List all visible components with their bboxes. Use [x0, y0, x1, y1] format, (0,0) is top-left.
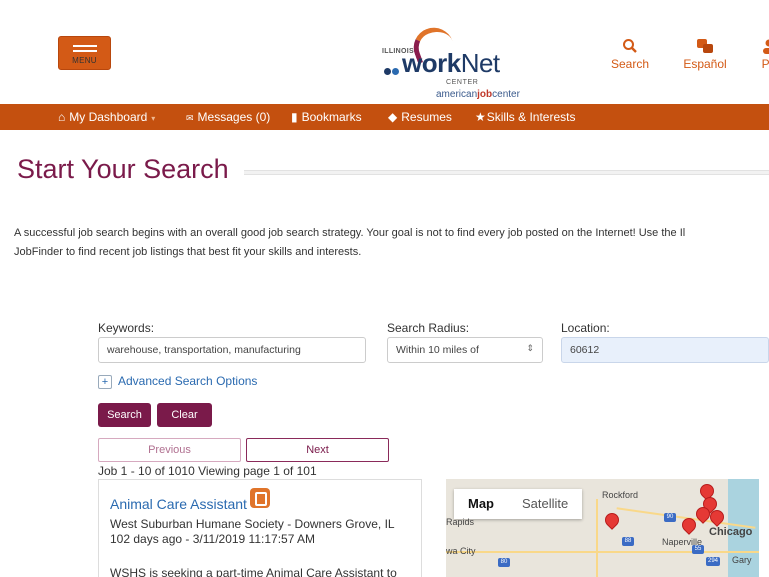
intro-line-1: A successful job search begins with an o…: [14, 227, 686, 239]
ajc-job: job: [477, 89, 493, 100]
envelope-icon: ✉: [186, 113, 194, 123]
nav-label: Resumes: [401, 110, 452, 124]
map-tab-satellite[interactable]: Satellite: [508, 489, 582, 519]
map-tab-map[interactable]: Map: [454, 489, 508, 519]
results-summary: Job 1 - 10 of 1010 Viewing page 1 of 101: [98, 464, 317, 478]
map-road: [596, 499, 598, 577]
header-espanol-label: Español: [683, 57, 727, 71]
american-job-center-logo: americanjobcenter: [436, 89, 520, 100]
header-profile-link[interactable]: Pa: [754, 38, 769, 71]
logo-work: work: [402, 48, 461, 78]
illinois-worknet-logo[interactable]: ILLINOIS workNet CENTER americanjobcente…: [376, 22, 546, 102]
search-radius-label: Search Radius:: [387, 321, 470, 335]
logo-center: CENTER: [446, 79, 479, 86]
job-posted-date: 102 days ago - 3/11/2019 11:17:57 AM: [110, 532, 316, 546]
home-icon: ⌂: [58, 110, 66, 124]
advanced-search-toggle[interactable]: + Advanced Search Options: [98, 374, 257, 389]
logo-dots: [384, 62, 400, 80]
previous-page-button[interactable]: Previous: [98, 438, 241, 462]
intro-line-2: JobFinder to find recent job listings th…: [14, 246, 362, 258]
highway-88-shield: 88: [622, 537, 634, 546]
map-label-rockford: Rockford: [602, 490, 639, 500]
main-nav: ⌂ My Dashboard ▾ ✉ Messages (0) ▮ Bookmarks …: [0, 104, 769, 130]
header-search-link[interactable]: Search: [606, 38, 654, 71]
nav-resumes[interactable]: ◆ Resumes: [388, 110, 452, 124]
search-radius-value: Within 10 miles of: [396, 344, 479, 356]
highway-90-shield: 90: [664, 513, 676, 522]
ajc-american: american: [436, 89, 478, 100]
location-input[interactable]: 60612: [561, 337, 769, 363]
map-road: [446, 551, 759, 553]
map-label-chicago: Chicago: [709, 526, 753, 538]
menu-button[interactable]: MENU: [58, 36, 111, 70]
map-marker[interactable]: [602, 510, 622, 530]
header-espanol-link[interactable]: Español: [680, 38, 730, 71]
nav-label: Bookmarks: [301, 110, 362, 124]
nav-skills-interests[interactable]: ★Skills & Interests: [475, 110, 575, 124]
hamburger-icon: [73, 45, 97, 55]
logo-wordmark: workNet: [402, 48, 500, 79]
job-employer: West Suburban Humane Society - Downers G…: [110, 517, 395, 531]
highway-55-shield: 55: [692, 545, 704, 554]
menu-label: MENU: [72, 56, 97, 65]
nav-label: Skills & Interests: [486, 110, 576, 124]
job-snippet: WSHS is seeking a part-time Animal Care …: [110, 566, 397, 577]
keywords-label: Keywords:: [98, 321, 155, 335]
advanced-search-label: Advanced Search Options: [118, 374, 258, 388]
select-caret-icon: ⇕: [526, 343, 534, 353]
search-button[interactable]: Search: [98, 403, 151, 427]
nav-label: My Dashboard: [69, 110, 148, 124]
search-radius-select[interactable]: Within 10 miles of ⇕: [387, 337, 543, 363]
site-header: MENU ILLINOIS workNet CENTER americanjob…: [0, 0, 769, 104]
map-label-gary: Gary: [732, 555, 752, 565]
page-title: Start Your Search: [17, 154, 229, 184]
job-badge-icon: [250, 488, 270, 508]
next-page-button[interactable]: Next: [246, 438, 389, 462]
nav-messages[interactable]: ✉ Messages (0): [186, 110, 270, 124]
location-label: Location:: [561, 321, 610, 335]
bookmark-icon: ▮: [291, 110, 298, 124]
nav-bookmarks[interactable]: ▮ Bookmarks: [291, 110, 362, 124]
chevron-down-icon: ▾: [151, 114, 156, 123]
ajc-center: center: [492, 89, 520, 100]
highway-294-shield: 294: [706, 557, 720, 566]
clear-button[interactable]: Clear: [157, 403, 212, 427]
person-icon: [763, 39, 769, 54]
job-map[interactable]: Map Satellite Rockford Rapids wa City Na…: [446, 479, 759, 577]
job-result-card: Animal Care Assistant West Suburban Huma…: [98, 479, 422, 577]
intro-text: A successful job search begins with an o…: [14, 224, 769, 262]
resume-icon: ◆: [388, 110, 398, 124]
logo-net: Net: [460, 48, 500, 78]
star-icon: ★: [475, 110, 486, 124]
search-icon: [623, 39, 637, 53]
title-divider: [244, 170, 769, 175]
map-label-rapids: Rapids: [446, 517, 475, 527]
job-title-link[interactable]: Animal Care Assistant: [110, 496, 247, 512]
map-label-iowa-city: wa City: [446, 546, 476, 556]
translate-icon: [697, 39, 713, 53]
highway-80-shield: 80: [498, 558, 510, 567]
map-type-tabs: Map Satellite: [454, 489, 583, 519]
header-profile-label: Pa: [761, 57, 769, 71]
keywords-input[interactable]: warehouse, transportation, manufacturing: [98, 337, 366, 363]
nav-my-dashboard[interactable]: ⌂ My Dashboard ▾: [58, 110, 155, 124]
plus-icon: +: [98, 375, 112, 389]
header-search-label: Search: [610, 57, 650, 71]
nav-label: Messages (0): [197, 110, 271, 124]
